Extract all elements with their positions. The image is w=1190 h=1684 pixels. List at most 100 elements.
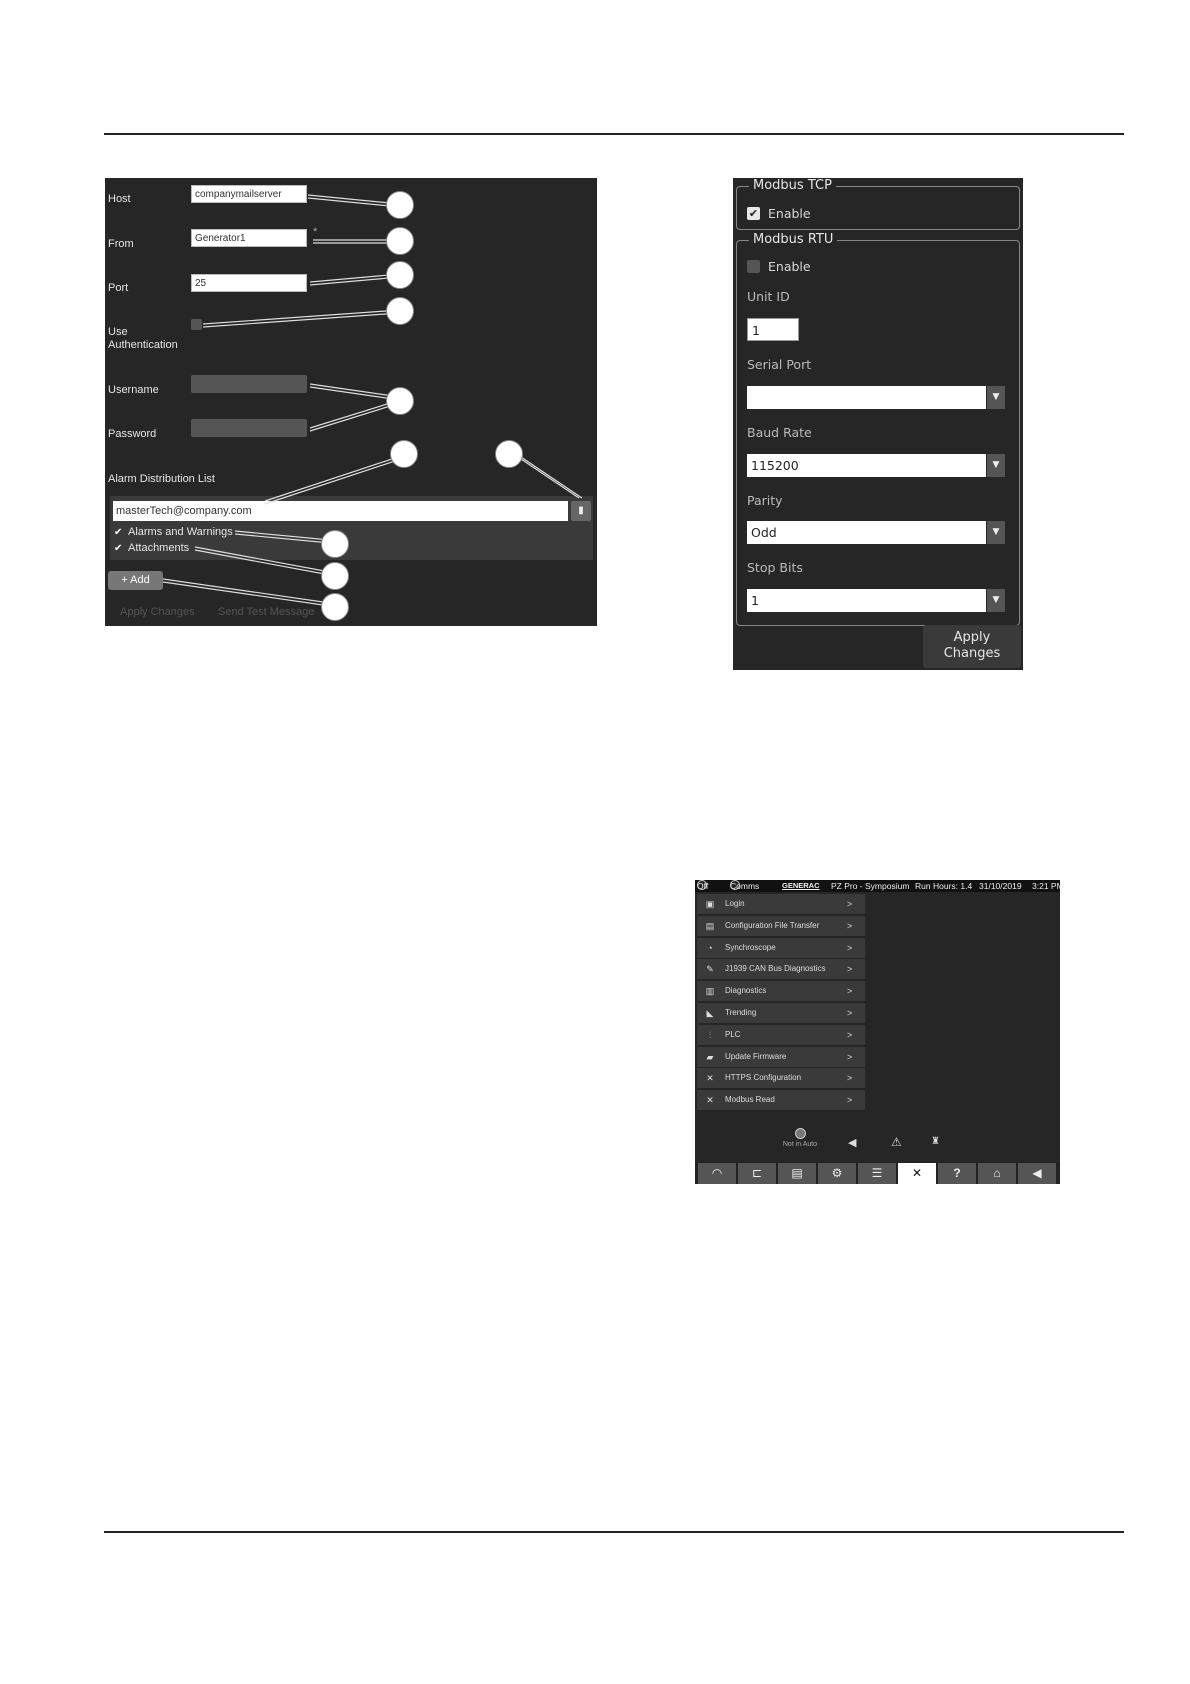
menu-item[interactable]: ▣ Login > xyxy=(697,894,865,914)
chevron-right-icon: > xyxy=(847,1073,853,1084)
monitor-icon: ▥ xyxy=(705,986,715,997)
file-icon: ▤ xyxy=(705,920,715,931)
gauge-icon: ◔ xyxy=(707,942,713,953)
baud-rate-label: Baud Rate xyxy=(747,425,812,440)
chevron-right-icon: > xyxy=(847,899,853,909)
stop-bits-label: Stop Bits xyxy=(747,560,803,575)
menu-item-label: J1939 CAN Bus Diagnostics xyxy=(725,964,826,974)
mode-status-text: Not in Auto xyxy=(782,1141,818,1148)
baud-rate-value: 115200 xyxy=(747,454,986,477)
callout-marker xyxy=(390,440,418,468)
callout-marker xyxy=(321,530,349,558)
callout-marker xyxy=(321,562,349,590)
menu-item[interactable]: ▤ Configuration File Transfer > xyxy=(697,915,865,936)
generator-icon[interactable]: ▤ xyxy=(778,1163,816,1184)
horn-icon[interactable]: ◀ xyxy=(848,1136,856,1149)
dropdown-arrow-icon: ▼ xyxy=(987,386,1005,409)
back-icon[interactable]: ◀ xyxy=(1018,1163,1056,1184)
tools-icon: ✕ xyxy=(706,1073,714,1084)
menu-item-label: PLC xyxy=(725,1029,741,1039)
chevron-right-icon: > xyxy=(847,1095,853,1106)
chevron-right-icon: > xyxy=(847,986,853,997)
apply-changes-button[interactable]: Apply Changes xyxy=(923,625,1021,668)
dropdown-arrow-icon: ▼ xyxy=(987,589,1005,612)
menu-item[interactable]: ✕ HTTPS Configuration > xyxy=(697,1068,865,1089)
chevron-right-icon: > xyxy=(847,1008,853,1018)
chevron-right-icon: > xyxy=(847,1051,853,1062)
trend-icon: ◣ xyxy=(706,1008,714,1018)
menu-item[interactable]: ✎ J1939 CAN Bus Diagnostics > xyxy=(697,959,865,980)
rtu-enable-label: Enable xyxy=(768,259,811,274)
menu-item-label: Configuration File Transfer xyxy=(725,920,820,930)
menu-item[interactable]: ▰ Update Firmware > xyxy=(697,1046,865,1067)
gauge-icon[interactable]: ◠ xyxy=(698,1163,736,1184)
pen-icon: ✎ xyxy=(706,964,714,975)
settings-icon[interactable]: ⚙ xyxy=(818,1163,856,1184)
header-rule xyxy=(104,133,1124,135)
apply-line2: Changes xyxy=(943,646,1001,661)
unit-id-label: Unit ID xyxy=(747,289,790,304)
folder-icon: ▰ xyxy=(706,1051,714,1062)
callout-marker xyxy=(386,297,414,325)
callout-leader-lines xyxy=(162,194,583,607)
help-icon[interactable]: ? xyxy=(938,1163,976,1184)
chevron-right-icon: > xyxy=(847,964,853,975)
status-bar: Off Comms GENERAC PZ Pro - Symposium Run… xyxy=(695,880,1060,892)
home-icon[interactable]: ⌂ xyxy=(978,1163,1016,1184)
rtu-enable-checkbox[interactable] xyxy=(747,260,760,273)
warning-icon[interactable]: ⚠ xyxy=(891,1135,902,1149)
beacon-icon[interactable]: ♜ xyxy=(931,1136,940,1147)
run-hours: Run Hours: 1.4 xyxy=(915,881,973,891)
email-settings-screenshot: Host companymailserver From Generator1 *… xyxy=(105,178,597,626)
brand-logo: GENERAC xyxy=(782,881,820,890)
parity-label: Parity xyxy=(747,493,783,508)
id-card-icon: ▣ xyxy=(705,899,715,909)
callout-marker xyxy=(321,593,349,621)
serial-port-select[interactable]: ▼ xyxy=(747,386,1005,409)
apply-line1: Apply xyxy=(953,630,991,645)
parity-value: Odd xyxy=(747,521,986,544)
tools-icon: ✕ xyxy=(706,1095,714,1106)
baud-rate-select[interactable]: 115200 ▼ xyxy=(747,454,1005,477)
model-name: PZ Pro - Symposium xyxy=(831,881,910,891)
menu-item-label: Trending xyxy=(725,1008,757,1017)
stop-bits-select[interactable]: 1 ▼ xyxy=(747,589,1005,612)
menu-item-label: Synchroscope xyxy=(725,942,776,952)
callout-marker xyxy=(386,387,414,415)
chevron-right-icon: > xyxy=(847,1029,853,1040)
modbus-settings-screenshot: Modbus TCP ✔ Enable Modbus RTU Enable Un… xyxy=(733,178,1023,670)
menu-item[interactable]: ✕ Modbus Read > xyxy=(697,1090,865,1111)
time: 3:21 PM xyxy=(1032,881,1060,891)
mode-dot-icon xyxy=(794,1128,806,1139)
controller-menu-screenshot: Off Comms GENERAC PZ Pro - Symposium Run… xyxy=(695,880,1060,1184)
menu-item[interactable]: ▥ Diagnostics > xyxy=(697,981,865,1002)
serial-port-label: Serial Port xyxy=(747,357,812,372)
bottom-nav: ◠ ⊏ ▤ ⚙ ☰ ✕ ? ⌂ ◀ xyxy=(695,1162,1060,1184)
menu-item[interactable]: ◣ Trending > xyxy=(697,1003,865,1023)
parity-select[interactable]: Odd ▼ xyxy=(747,521,1005,544)
engine-icon[interactable]: ⊏ xyxy=(738,1163,776,1184)
footer-rule xyxy=(104,1531,1124,1533)
chevron-right-icon: > xyxy=(847,920,853,931)
dropdown-arrow-icon: ▼ xyxy=(987,454,1005,477)
sliders-icon[interactable]: ☰ xyxy=(858,1163,896,1184)
auto-mode-indicator: Not in Auto xyxy=(775,1128,825,1148)
menu-item[interactable]: ⫶ PLC > xyxy=(697,1024,865,1045)
unit-id-input[interactable]: 1 xyxy=(747,318,799,341)
menu-item[interactable]: ◔ Synchroscope > xyxy=(697,937,865,958)
modbus-tcp-title: Modbus TCP xyxy=(749,179,836,193)
stop-bits-value: 1 xyxy=(747,589,986,612)
callout-marker xyxy=(386,191,414,219)
date: 31/10/2019 xyxy=(979,881,1022,891)
menu-item-label: Login xyxy=(725,899,745,908)
chevron-right-icon: > xyxy=(847,942,853,953)
modbus-rtu-title: Modbus RTU xyxy=(749,233,838,247)
callout-marker xyxy=(495,440,523,468)
menu-item-label: Diagnostics xyxy=(725,986,767,996)
tools-icon[interactable]: ✕ xyxy=(898,1163,936,1184)
callout-marker xyxy=(386,261,414,289)
plc-icon: ⫶ xyxy=(708,1029,712,1040)
callout-marker xyxy=(386,227,414,255)
serial-port-value xyxy=(747,386,986,409)
tcp-enable-checkbox[interactable]: ✔ xyxy=(747,207,760,220)
